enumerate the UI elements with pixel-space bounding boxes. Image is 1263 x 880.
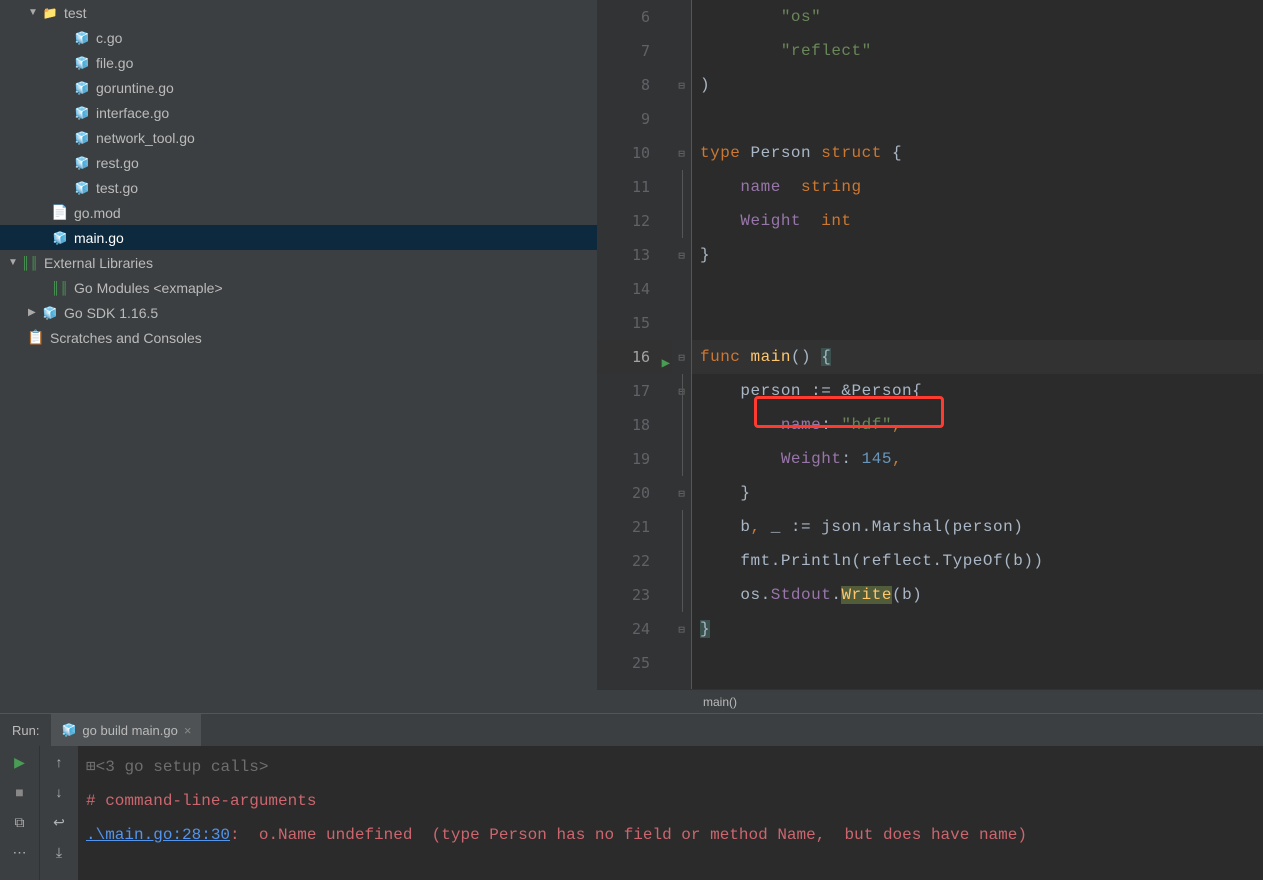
close-icon[interactable]: × — [184, 723, 192, 738]
go-file-icon: 🧊 — [74, 81, 90, 95]
expand-icon[interactable]: ⊞ — [86, 758, 96, 776]
code-line[interactable]: } — [692, 612, 1263, 646]
softwrap-button[interactable]: ↩ — [49, 812, 69, 832]
tree-go-sdk[interactable]: ▶🧊Go SDK 1.16.5 — [0, 300, 597, 325]
tree-file[interactable]: 🧊goruntine.go — [0, 75, 597, 100]
go-file-icon: 🧊 — [74, 181, 90, 195]
tree-file-gomod[interactable]: 📄go.mod — [0, 200, 597, 225]
code-line[interactable]: ) — [692, 68, 1263, 102]
tree-folder-test[interactable]: ▼📁 test — [0, 0, 597, 25]
breadcrumb[interactable]: main() — [597, 689, 1263, 713]
code-line[interactable] — [692, 306, 1263, 340]
code-line[interactable]: Weight int — [692, 204, 1263, 238]
line-gutter[interactable]: 6789 10111213 1415 16▶ 17181920 21222324… — [597, 0, 672, 689]
tree-external-libraries[interactable]: ▼║║External Libraries — [0, 250, 597, 275]
go-file-icon: 🧊 — [74, 156, 90, 170]
file-icon: 📄 — [52, 204, 68, 221]
code-line[interactable]: Weight: 145, — [692, 442, 1263, 476]
code-editor[interactable]: 6789 10111213 1415 16▶ 17181920 21222324… — [597, 0, 1263, 713]
scroll-end-button[interactable]: ⤓ — [49, 842, 69, 862]
fold-bar[interactable]: ⊟ ⊟⊟ ⊟⊟⊟ ⊟ ⊟ — [672, 0, 692, 689]
code-line[interactable]: name string — [692, 170, 1263, 204]
console-output[interactable]: ⊞<3 go setup calls> # command-line-argum… — [78, 746, 1263, 880]
project-tree[interactable]: ▼📁 test 🧊c.go 🧊file.go 🧊goruntine.go 🧊in… — [0, 0, 597, 713]
code-line[interactable]: "os" — [692, 0, 1263, 34]
tree-scratches[interactable]: 📋Scratches and Consoles — [0, 325, 597, 350]
go-sdk-icon: 🧊 — [42, 306, 58, 320]
go-file-icon: 🧊 — [74, 56, 90, 70]
code-line[interactable] — [692, 102, 1263, 136]
tree-file[interactable]: 🧊interface.go — [0, 100, 597, 125]
code-line[interactable]: type Person struct { — [692, 136, 1263, 170]
code-area[interactable]: "os" "reflect") type Person struct { name… — [692, 0, 1263, 689]
tree-file[interactable]: 🧊file.go — [0, 50, 597, 75]
tree-file[interactable]: 🧊test.go — [0, 175, 597, 200]
up-button[interactable]: ↑ — [49, 752, 69, 772]
go-file-icon: 🧊 — [52, 231, 68, 245]
scratches-icon: 📋 — [28, 329, 44, 346]
folder-label: test — [64, 5, 87, 21]
go-file-icon: 🧊 — [74, 106, 90, 120]
code-line[interactable]: func main() { — [692, 340, 1263, 374]
run-panel: Run: 🧊 go build main.go × ▶ ■ ⧉ ⋯ ↑ ↓ ↩ … — [0, 713, 1263, 880]
code-line[interactable]: os.Stdout.Write(b) — [692, 578, 1263, 612]
console-tool-column: ↑ ↓ ↩ ⤓ — [40, 746, 78, 880]
go-file-icon: 🧊 — [61, 723, 76, 737]
tree-file[interactable]: 🧊network_tool.go — [0, 125, 597, 150]
tree-file-main[interactable]: 🧊main.go — [0, 225, 597, 250]
code-line[interactable]: b, _ := json.Marshal(person) — [692, 510, 1263, 544]
go-file-icon: 🧊 — [74, 131, 90, 145]
run-tabs: Run: 🧊 go build main.go × — [0, 714, 1263, 746]
code-line[interactable]: func printPeople(s []Person) { — [692, 680, 1263, 689]
more-button[interactable]: ⋯ — [10, 842, 30, 862]
annotation-highlight — [754, 396, 944, 428]
go-file-icon: 🧊 — [74, 31, 90, 45]
rerun-button[interactable]: ▶ — [10, 752, 30, 772]
error-link[interactable]: .\main.go:28:30 — [86, 826, 230, 844]
code-line[interactable]: fmt.Println(reflect.TypeOf(b)) — [692, 544, 1263, 578]
code-line[interactable]: } — [692, 476, 1263, 510]
tree-go-modules[interactable]: ║║Go Modules <exmaple> — [0, 275, 597, 300]
run-tool-column: ▶ ■ ⧉ ⋯ — [0, 746, 40, 880]
library-icon: ║║ — [22, 256, 38, 270]
library-icon: ║║ — [52, 281, 68, 295]
down-button[interactable]: ↓ — [49, 782, 69, 802]
layout-button[interactable]: ⧉ — [10, 812, 30, 832]
code-line[interactable]: } — [692, 238, 1263, 272]
code-line[interactable]: "reflect" — [692, 34, 1263, 68]
tree-file[interactable]: 🧊rest.go — [0, 150, 597, 175]
run-config-tab[interactable]: 🧊 go build main.go × — [51, 714, 201, 746]
code-line[interactable] — [692, 272, 1263, 306]
folder-icon: 📁 — [42, 6, 58, 20]
stop-button[interactable]: ■ — [10, 782, 30, 802]
code-line[interactable] — [692, 646, 1263, 680]
run-label: Run: — [0, 723, 51, 738]
tree-file[interactable]: 🧊c.go — [0, 25, 597, 50]
